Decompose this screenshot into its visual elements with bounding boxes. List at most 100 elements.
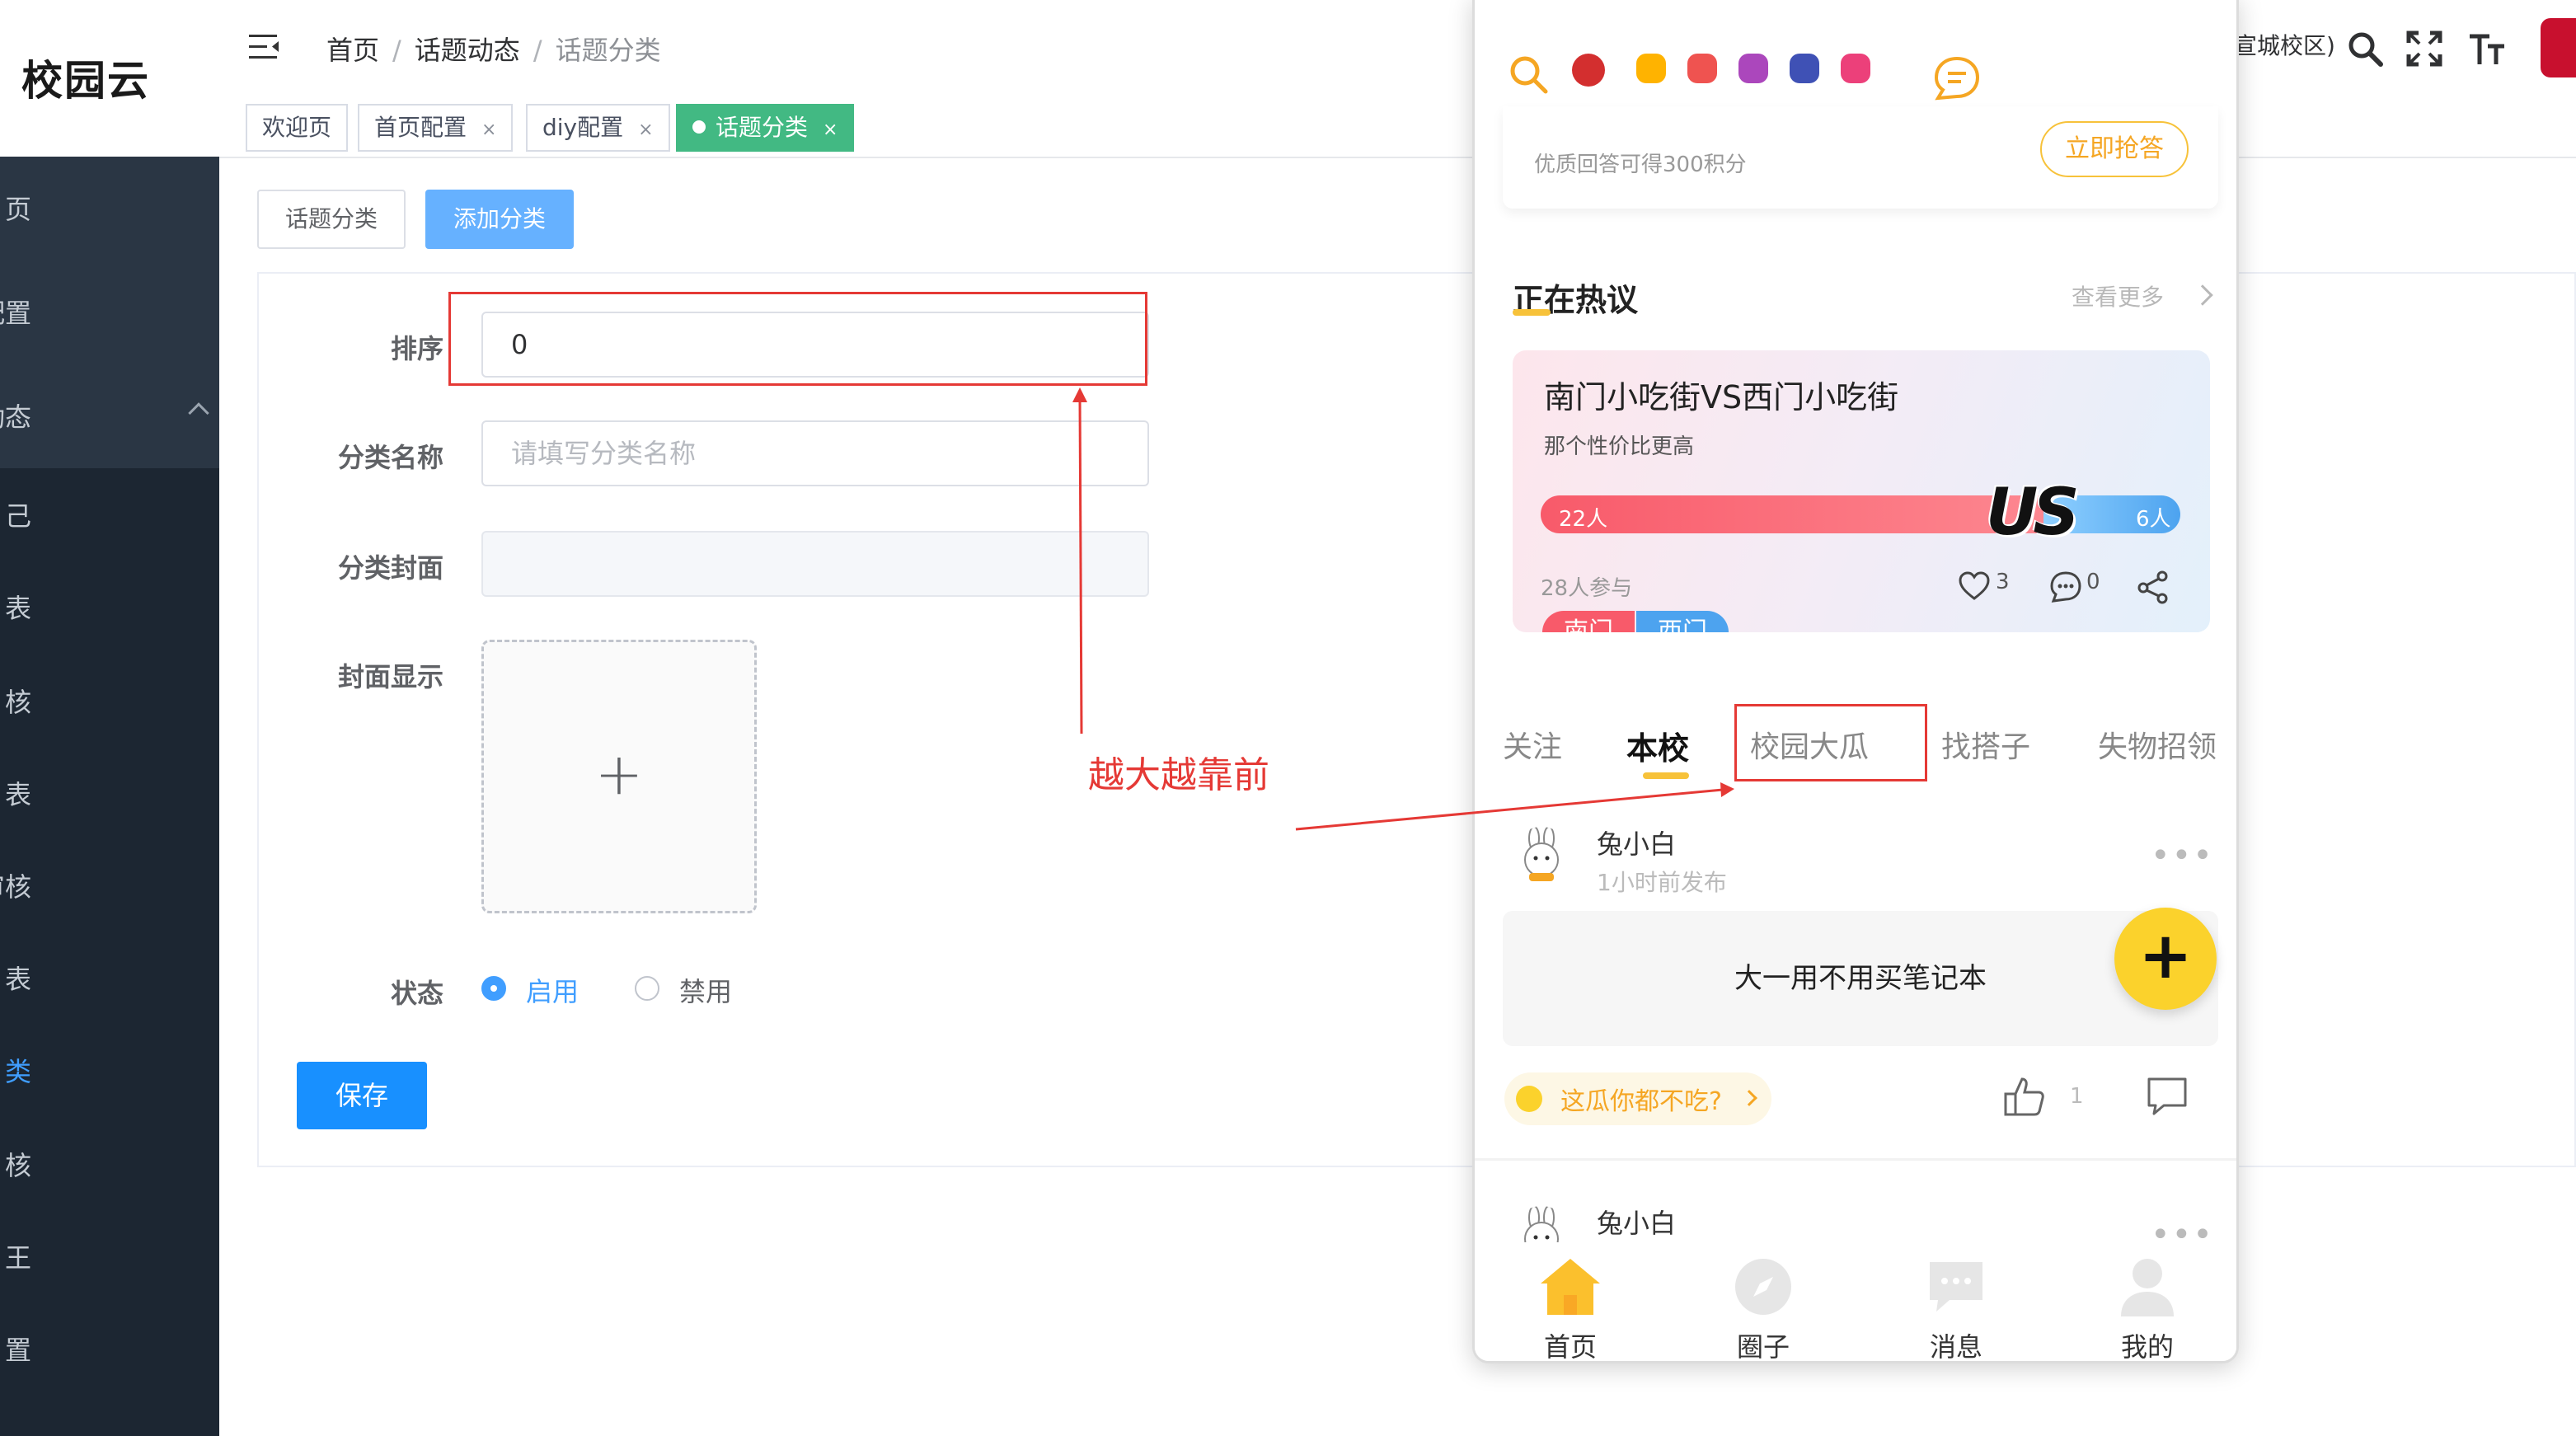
tab-lost-found[interactable]: 失物招领 — [2098, 723, 2217, 766]
answer-now-button[interactable]: 立即抢答 — [2040, 121, 2189, 177]
brand-logo-icon[interactable] — [1572, 54, 1605, 87]
category-name-input[interactable]: 请填写分类名称 — [481, 420, 1149, 486]
more-icon[interactable]: ••• — [2151, 837, 2214, 875]
app-icon[interactable] — [1687, 54, 1717, 83]
status-disabled-label[interactable]: 禁用 — [679, 971, 732, 1009]
app-logo: 校园云 — [21, 57, 150, 105]
vote-count-left: 22人 — [1559, 507, 1608, 532]
campus-name: 宣城校区) — [2234, 32, 2335, 59]
sidebar-item[interactable]: 表 — [0, 770, 219, 819]
tag-topic-category[interactable]: 话题分类 × — [676, 104, 855, 152]
app-icon[interactable] — [1841, 54, 1870, 83]
like-count: 3 — [1996, 570, 2010, 594]
close-icon[interactable]: × — [823, 120, 838, 140]
cover-display-label: 封面显示 — [337, 661, 443, 692]
status-disabled-radio[interactable] — [635, 976, 659, 1001]
app-icon[interactable] — [1738, 54, 1768, 83]
home-icon — [1541, 1259, 1600, 1315]
topic-tag-label: 这瓜你都不吃? — [1560, 1087, 1722, 1116]
category-cover-input[interactable] — [481, 531, 1149, 597]
sidebar-item[interactable]: 己 — [0, 491, 219, 541]
sidebar-item[interactable]: 核 — [0, 678, 219, 727]
app-icon[interactable] — [1636, 54, 1666, 83]
debate-card[interactable]: 南门小吃街VS西门小吃街 那个性价比更高 22人 6人 US 28人参与 3 0… — [1513, 350, 2210, 632]
compass-icon — [1735, 1259, 1791, 1315]
view-more-link[interactable]: 查看更多 — [2072, 279, 2164, 312]
post-author[interactable]: 兔小白 — [1597, 1203, 1676, 1241]
side-b-button[interactable]: 西门 — [1636, 611, 1729, 632]
sidebar-item-config[interactable]: 配置 — [0, 289, 219, 338]
status-enabled-radio[interactable] — [481, 976, 506, 1001]
post-content[interactable]: 大一用不用买笔记本 — [1503, 911, 2218, 1046]
plus-icon: + — [594, 740, 644, 808]
tab-find-partner[interactable]: 找搭子 — [1941, 723, 2030, 766]
search-icon[interactable] — [1508, 54, 1549, 95]
tabbar-messages-label: 消息 — [1929, 1331, 1982, 1363]
breadcrumb: 首页 / 话题动态 / 话题分类 — [326, 35, 661, 66]
vs-badge: US — [1986, 476, 2079, 550]
annotation-highlight-sort — [448, 292, 1147, 386]
active-dot — [692, 120, 706, 134]
status-enabled-label[interactable]: 启用 — [526, 971, 579, 1009]
fullscreen-icon[interactable] — [2405, 30, 2443, 68]
sidebar-item[interactable]: 表 — [0, 584, 219, 633]
title-underline — [1513, 309, 1551, 316]
tag-welcome[interactable]: 欢迎页 — [246, 104, 349, 152]
thumb-up-icon[interactable] — [2002, 1074, 2047, 1119]
save-button[interactable]: 保存 — [297, 1062, 427, 1129]
vote-bar-left[interactable] — [1541, 495, 2043, 533]
category-cover-label: 分类封面 — [337, 552, 443, 584]
tabbar-circle-label: 圈子 — [1736, 1331, 1790, 1363]
comment-icon[interactable] — [2048, 570, 2083, 604]
font-size-icon[interactable] — [2468, 30, 2506, 68]
heart-icon[interactable] — [1958, 570, 1991, 603]
close-icon[interactable]: × — [638, 120, 653, 140]
post-divider — [1475, 1158, 2236, 1161]
side-a-button[interactable]: 南门 — [1542, 611, 1635, 632]
tag-home-config[interactable]: 首页配置 × — [358, 104, 514, 152]
breadcrumb-home[interactable]: 首页 — [326, 35, 379, 66]
tab-follow[interactable]: 关注 — [1503, 723, 1562, 766]
annotation-note: 越大越靠前 — [1088, 754, 1269, 796]
topic-tag[interactable]: 这瓜你都不吃? — [1504, 1072, 1771, 1125]
debate-subtitle: 那个性价比更高 — [1544, 434, 1695, 459]
add-post-button[interactable]: + — [2114, 908, 2217, 1010]
topic-category-button[interactable]: 话题分类 — [257, 190, 406, 249]
mobile-preview: 优质回答可得300积分 立即抢答 正在热议 查看更多 南门小吃街VS西门小吃街 … — [1472, 0, 2239, 1363]
debate-title: 南门小吃街VS西门小吃街 — [1544, 379, 1899, 415]
comment-icon[interactable] — [2144, 1074, 2190, 1119]
annotation-highlight-tab — [1734, 704, 1927, 781]
tab-this-school[interactable]: 本校 — [1626, 723, 1689, 768]
sidebar-item-topic[interactable]: 动态 — [0, 392, 219, 442]
participant-count: 28人参与 — [1541, 576, 1633, 601]
app-icon[interactable] — [1790, 54, 1819, 83]
sidebar-item[interactable]: 表 — [0, 955, 219, 1004]
chevron-right-icon — [1741, 1090, 1757, 1106]
post-time: 1小时前发布 — [1597, 869, 1727, 896]
chat-bubble-icon[interactable] — [1933, 55, 1981, 101]
share-icon[interactable] — [2136, 570, 2170, 604]
answer-reward-card: 优质回答可得300积分 立即抢答 — [1503, 106, 2218, 209]
search-icon[interactable] — [2346, 30, 2384, 68]
sidebar-item[interactable]: 置 — [0, 1326, 219, 1375]
avatar[interactable] — [1513, 827, 1570, 885]
category-name-label: 分类名称 — [337, 442, 443, 473]
sidebar-item[interactable]: 王 — [0, 1233, 219, 1283]
status-label: 状态 — [390, 978, 443, 1009]
sidebar-item-home[interactable]: 页 — [0, 185, 219, 234]
post-text: 大一用不用买笔记本 — [1734, 962, 1987, 995]
breadcrumb-current: 话题分类 — [555, 35, 661, 66]
tabbar-me-label: 我的 — [2120, 1331, 2174, 1363]
sidebar-item-topic-category[interactable]: 类 — [0, 1047, 219, 1096]
tag-diy-config[interactable]: diy配置 × — [526, 104, 670, 152]
chevron-right-icon[interactable] — [2192, 284, 2213, 306]
breadcrumb-topic[interactable]: 话题动态 — [415, 35, 520, 66]
avatar[interactable] — [2541, 18, 2576, 77]
sidebar-item[interactable]: 核 — [0, 1141, 219, 1190]
post-author[interactable]: 兔小白 — [1597, 824, 1676, 861]
add-category-button[interactable]: 添加分类 — [425, 190, 574, 249]
cover-upload[interactable]: + — [481, 640, 757, 913]
close-icon[interactable]: × — [481, 120, 496, 140]
sidebar-item[interactable]: 质审核 — [0, 862, 219, 912]
menu-fold-icon[interactable] — [249, 33, 280, 61]
